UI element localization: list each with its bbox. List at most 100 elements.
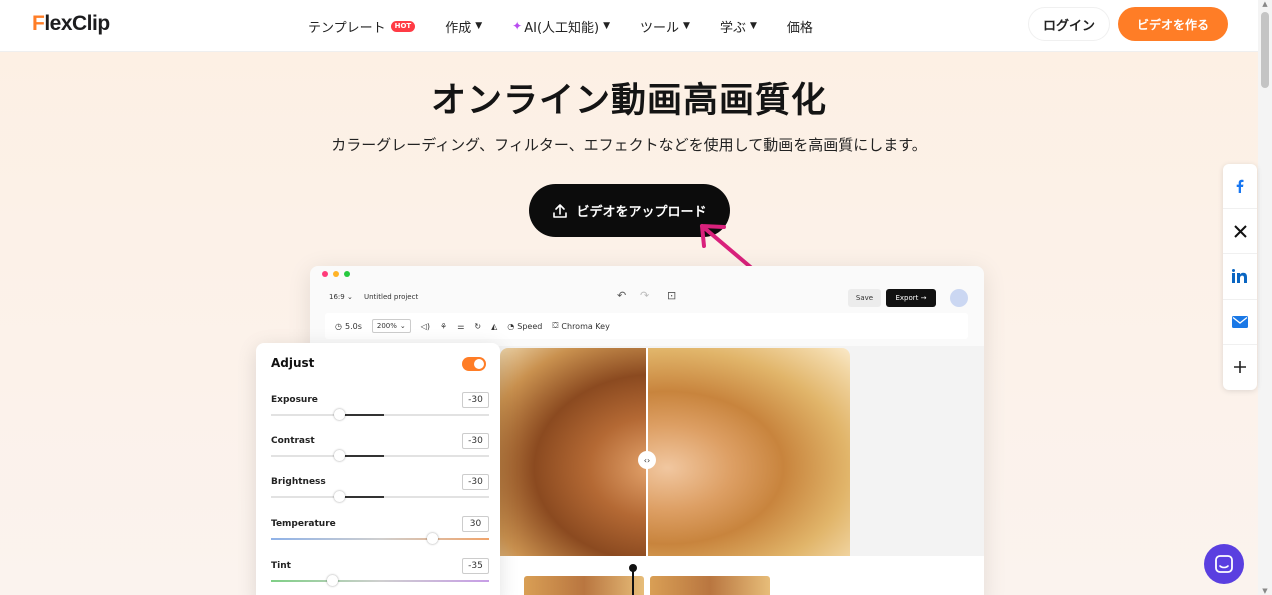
- share-more[interactable]: [1223, 345, 1257, 390]
- upload-video-label: ビデオをアップロード: [576, 205, 707, 220]
- sparkle-icon: ✦: [512, 19, 523, 33]
- main-nav: テンプレート HOT 作成 ▼ ✦ AI(人工知能) ▼ ツール ▼ 学ぶ ▼ …: [308, 0, 843, 52]
- social-share-bar: [1223, 164, 1257, 390]
- hot-badge: HOT: [390, 20, 416, 32]
- share-facebook[interactable]: [1223, 164, 1257, 210]
- chevron-down-icon: ▼: [683, 21, 690, 31]
- nav-learn-label: 学ぶ: [719, 20, 746, 36]
- adjust-title: Adjust: [271, 356, 315, 370]
- scroll-down-icon[interactable]: ▼: [1261, 587, 1269, 595]
- create-video-button[interactable]: ビデオを作る: [1118, 7, 1228, 41]
- upload-icon: [553, 203, 568, 218]
- adjust-icon[interactable]: ⚌: [457, 322, 464, 331]
- brightness-value[interactable]: -30: [462, 474, 489, 490]
- adjust-panel: Adjust Exposure -30 Contrast -30 Brightn…: [256, 343, 500, 595]
- nav-learn[interactable]: 学ぶ ▼: [720, 17, 757, 36]
- timeline-clip[interactable]: [524, 576, 644, 595]
- nav-pricing[interactable]: 価格: [787, 17, 813, 36]
- nav-tools[interactable]: ツール ▼: [640, 17, 690, 36]
- window-dot-green: [344, 271, 350, 277]
- volume-icon[interactable]: ◁): [421, 322, 430, 331]
- share-x[interactable]: [1223, 209, 1257, 255]
- temperature-track[interactable]: [271, 538, 489, 540]
- playhead[interactable]: [632, 566, 634, 595]
- duration-tool[interactable]: ◷ 5.0s: [335, 322, 362, 331]
- tint-track[interactable]: [271, 580, 489, 582]
- brightness-slider-knob[interactable]: [334, 491, 345, 502]
- login-button[interactable]: ログイン: [1028, 7, 1110, 41]
- clock-icon: ◷: [335, 321, 342, 331]
- top-navbar: FlexClip テンプレート HOT 作成 ▼ ✦ AI(人工知能) ▼ ツー…: [0, 0, 1258, 52]
- adjust-row-brightness: Brightness -30: [271, 474, 489, 517]
- zoom-select[interactable]: 200% ⌄: [371, 319, 411, 333]
- chevron-down-icon: ▼: [603, 21, 611, 31]
- contrast-label: Contrast: [271, 436, 315, 446]
- chroma-key-label: Chroma Key: [561, 321, 610, 331]
- speed-icon: ◔: [507, 321, 515, 331]
- tint-label: Tint: [271, 561, 291, 571]
- flexclip-logo[interactable]: FlexClip: [32, 10, 110, 38]
- nav-templates[interactable]: テンプレート HOT: [308, 17, 416, 36]
- logo-f-mark: F: [32, 12, 45, 35]
- temperature-slider-knob[interactable]: [427, 533, 438, 544]
- duration-label: 5.0s: [344, 321, 362, 331]
- temperature-label: Temperature: [271, 519, 336, 529]
- nav-templates-label: テンプレート: [308, 20, 386, 36]
- exposure-slider-knob[interactable]: [334, 409, 345, 420]
- plus-icon: [1234, 361, 1246, 374]
- adjust-toggle[interactable]: [462, 357, 486, 371]
- tint-slider-knob[interactable]: [327, 575, 338, 586]
- chat-support-button[interactable]: [1204, 544, 1244, 584]
- adjust-row-tint: Tint -35: [271, 558, 489, 595]
- filter-icon[interactable]: ⚘: [440, 322, 447, 331]
- exposure-value[interactable]: -30: [462, 392, 489, 408]
- window-dot-red: [322, 271, 328, 277]
- avatar[interactable]: [950, 289, 968, 307]
- window-dots: [322, 271, 350, 277]
- chevron-down-icon: ▼: [475, 21, 483, 31]
- photo-before: [500, 348, 647, 566]
- contrast-slider-knob[interactable]: [334, 450, 345, 461]
- undo-icon[interactable]: ↶: [617, 289, 626, 302]
- editor-save-button[interactable]: Save: [848, 289, 881, 307]
- share-linkedin[interactable]: [1223, 254, 1257, 300]
- preview-photo: ‹›: [500, 348, 850, 566]
- linkedin-icon: [1232, 269, 1247, 284]
- rotate-icon[interactable]: ↻: [474, 322, 481, 331]
- tint-value[interactable]: -35: [462, 558, 489, 574]
- chat-icon: [1215, 555, 1233, 573]
- zoom-label: 200%: [376, 322, 397, 330]
- chroma-key-tool[interactable]: ⛋ Chroma Key: [552, 321, 610, 331]
- nav-pricing-label: 価格: [786, 20, 813, 36]
- mail-icon: [1232, 315, 1248, 328]
- scroll-up-icon[interactable]: ▲: [1261, 0, 1269, 8]
- share-email[interactable]: [1223, 300, 1257, 345]
- scroll-thumb[interactable]: [1261, 12, 1269, 88]
- nav-create[interactable]: 作成 ▼: [445, 17, 482, 36]
- timeline-clip[interactable]: [650, 576, 770, 595]
- temperature-value[interactable]: 30: [462, 516, 489, 532]
- page-title: オンライン動画高画質化: [430, 81, 827, 121]
- aspect-ratio-label: 16:9: [329, 293, 345, 301]
- logo-rest: lexClip: [44, 12, 110, 35]
- nav-create-label: 作成: [445, 20, 472, 36]
- redo-icon[interactable]: ↷: [640, 289, 649, 302]
- brightness-label: Brightness: [271, 477, 326, 487]
- aspect-ratio-select[interactable]: 16:9 ⌄: [329, 293, 353, 301]
- page-scrollbar[interactable]: ▲ ▼: [1258, 0, 1272, 595]
- compare-handle-icon[interactable]: ‹›: [638, 451, 656, 469]
- photo-after: [647, 348, 850, 566]
- window-dot-yellow: [333, 271, 339, 277]
- contrast-value[interactable]: -30: [462, 433, 489, 449]
- editor-export-button[interactable]: Export →: [886, 289, 936, 307]
- nav-ai[interactable]: ✦ AI(人工知能) ▼: [512, 17, 610, 36]
- flip-icon[interactable]: ◭: [491, 322, 497, 331]
- nav-tools-label: ツール: [640, 20, 680, 36]
- screenshot-icon[interactable]: ⊡: [667, 289, 676, 302]
- editor-toolbar: ◷ 5.0s 200% ⌄ ◁) ⚘ ⚌ ↻ ◭ ◔ Speed ⛋ Chroma K…: [325, 313, 968, 339]
- editor-topbar: 16:9 ⌄ Untitled project ↶ ↷ ⊡ Save Expor…: [310, 286, 984, 312]
- speed-tool[interactable]: ◔ Speed: [507, 322, 542, 331]
- adjust-row-exposure: Exposure -30: [271, 392, 489, 435]
- contrast-fill: [339, 455, 384, 457]
- project-name[interactable]: Untitled project: [364, 293, 418, 301]
